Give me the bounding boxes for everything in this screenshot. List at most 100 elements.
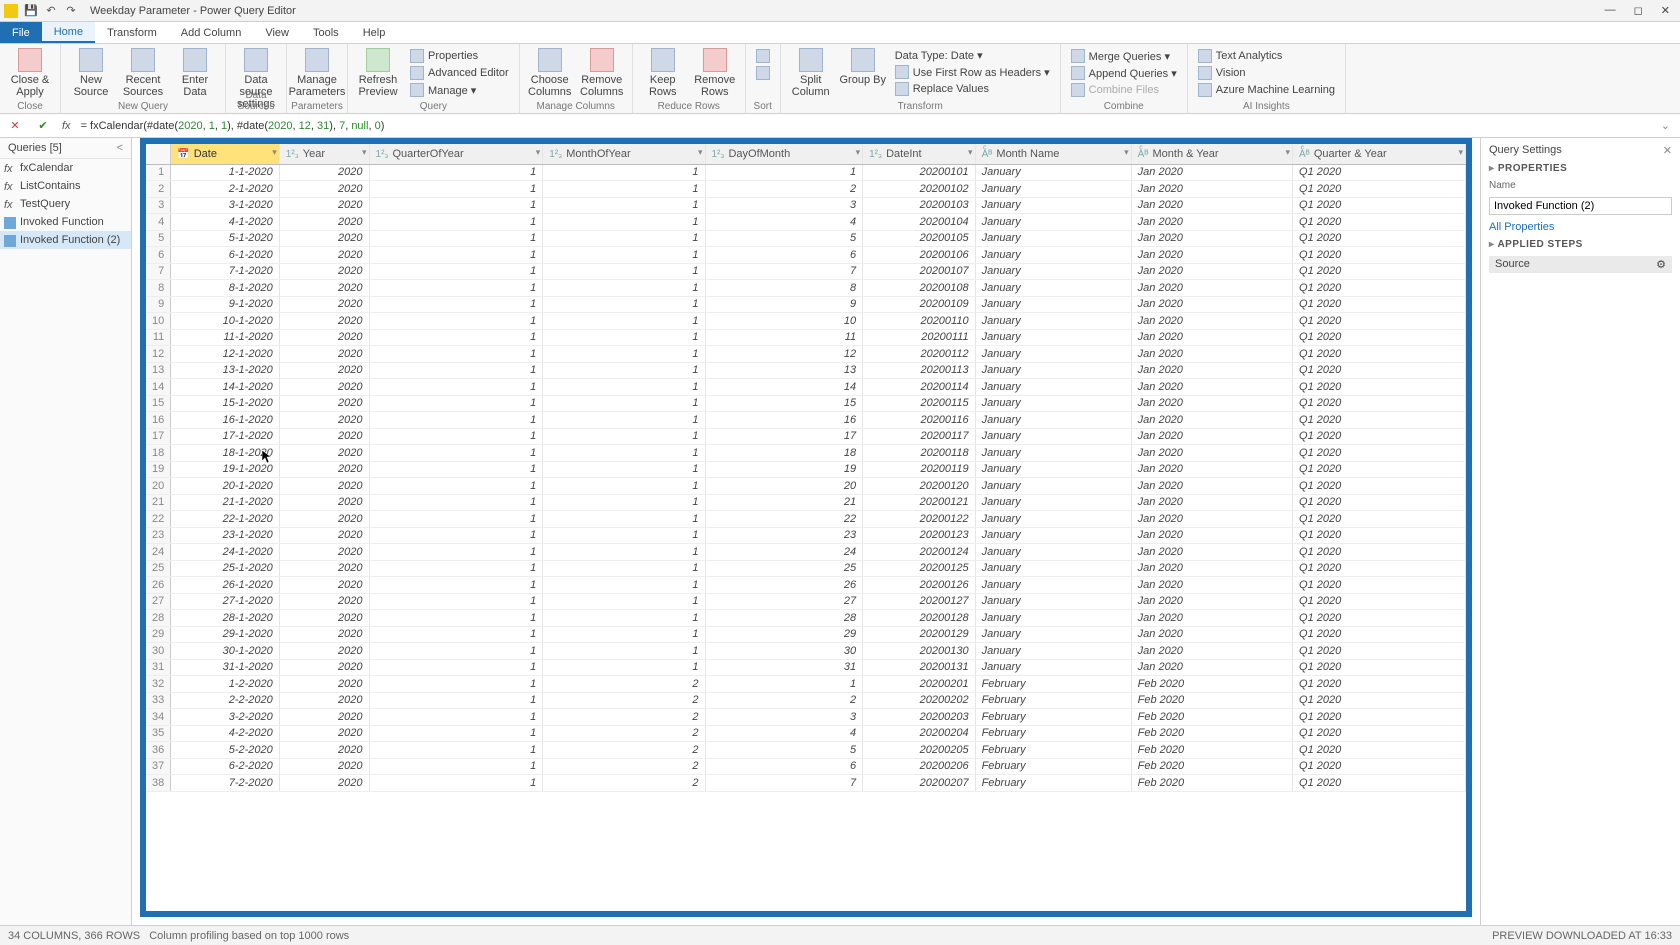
cell[interactable]: 20200207 xyxy=(863,775,975,792)
column-header[interactable]: 📅Date▾ xyxy=(171,144,280,164)
cell[interactable]: February xyxy=(975,692,1131,709)
filter-icon[interactable]: ▾ xyxy=(1285,147,1290,158)
text-analytics-button[interactable]: Text Analytics xyxy=(1194,48,1339,64)
cell[interactable]: 1-1-2020 xyxy=(171,164,280,181)
table-row[interactable]: 2222-1-20202020112220200122JanuaryJan 20… xyxy=(146,511,1466,528)
cell[interactable]: 2020 xyxy=(279,692,369,709)
cell[interactable]: 1 xyxy=(543,478,705,495)
cell[interactable]: Feb 2020 xyxy=(1131,709,1292,726)
cell[interactable]: 5-1-2020 xyxy=(171,230,280,247)
sort-desc-button[interactable] xyxy=(752,65,774,81)
cell[interactable]: 21-1-2020 xyxy=(171,494,280,511)
cell[interactable]: 2020 xyxy=(279,577,369,594)
cell[interactable]: Q1 2020 xyxy=(1293,362,1466,379)
cell[interactable]: Q1 2020 xyxy=(1293,214,1466,231)
cell[interactable]: 1 xyxy=(369,329,543,346)
row-number-cell[interactable]: 8 xyxy=(146,280,171,297)
table-row[interactable]: 321-2-2020202012120200201FebruaryFeb 202… xyxy=(146,676,1466,693)
cell[interactable]: 2020 xyxy=(279,412,369,429)
row-number-cell[interactable]: 31 xyxy=(146,659,171,676)
cell[interactable]: 4-1-2020 xyxy=(171,214,280,231)
cell[interactable]: 20200119 xyxy=(863,461,975,478)
cell[interactable]: January xyxy=(975,461,1131,478)
first-row-headers-button[interactable]: Use First Row as Headers ▾ xyxy=(891,64,1054,80)
cell[interactable]: January xyxy=(975,412,1131,429)
cell[interactable]: 2 xyxy=(543,676,705,693)
cell[interactable]: January xyxy=(975,214,1131,231)
cell[interactable]: 20200106 xyxy=(863,247,975,264)
vision-button[interactable]: Vision xyxy=(1194,65,1339,81)
cell[interactable]: 23 xyxy=(705,527,863,544)
cell[interactable]: February xyxy=(975,676,1131,693)
cell[interactable]: 1 xyxy=(369,527,543,544)
cell[interactable]: 2020 xyxy=(279,626,369,643)
cell[interactable]: 1 xyxy=(543,395,705,412)
table-row[interactable]: 2727-1-20202020112720200127JanuaryJan 20… xyxy=(146,593,1466,610)
cell[interactable]: 2020 xyxy=(279,164,369,181)
cell[interactable]: 1 xyxy=(543,445,705,462)
table-row[interactable]: 2020-1-20202020112020200120JanuaryJan 20… xyxy=(146,478,1466,495)
cell[interactable]: January xyxy=(975,395,1131,412)
cell[interactable]: 1 xyxy=(369,164,543,181)
row-number-cell[interactable]: 37 xyxy=(146,758,171,775)
cell[interactable]: 1 xyxy=(369,709,543,726)
cell[interactable]: 24 xyxy=(705,544,863,561)
cell[interactable]: 3-1-2020 xyxy=(171,197,280,214)
cell[interactable]: Q1 2020 xyxy=(1293,197,1466,214)
cell[interactable]: 20200113 xyxy=(863,362,975,379)
cell[interactable]: January xyxy=(975,626,1131,643)
fx-icon[interactable]: fx xyxy=(62,120,71,132)
cell[interactable]: 9-1-2020 xyxy=(171,296,280,313)
filter-icon[interactable]: ▾ xyxy=(1124,147,1129,158)
cell[interactable]: 2020 xyxy=(279,346,369,363)
cell[interactable]: 26-1-2020 xyxy=(171,577,280,594)
cell[interactable]: 19 xyxy=(705,461,863,478)
table-row[interactable]: 2323-1-20202020112320200123JanuaryJan 20… xyxy=(146,527,1466,544)
cell[interactable]: 27-1-2020 xyxy=(171,593,280,610)
cell[interactable]: February xyxy=(975,775,1131,792)
formula-expand-button[interactable]: ⌄ xyxy=(1661,119,1670,132)
cell[interactable]: 1 xyxy=(543,197,705,214)
cell[interactable]: 2 xyxy=(705,181,863,198)
row-number-cell[interactable]: 15 xyxy=(146,395,171,412)
cell[interactable]: January xyxy=(975,577,1131,594)
cell[interactable]: Jan 2020 xyxy=(1131,296,1292,313)
cell[interactable]: Q1 2020 xyxy=(1293,709,1466,726)
cell[interactable]: 1 xyxy=(543,346,705,363)
cell[interactable]: Q1 2020 xyxy=(1293,346,1466,363)
cell[interactable]: 28 xyxy=(705,610,863,627)
cell[interactable]: 1 xyxy=(369,214,543,231)
cell[interactable]: Q1 2020 xyxy=(1293,544,1466,561)
cell[interactable]: Q1 2020 xyxy=(1293,164,1466,181)
cell[interactable]: Q1 2020 xyxy=(1293,445,1466,462)
cell[interactable]: February xyxy=(975,725,1131,742)
cell[interactable]: Jan 2020 xyxy=(1131,379,1292,396)
cell[interactable]: 6 xyxy=(705,758,863,775)
cell[interactable]: 16 xyxy=(705,412,863,429)
cell[interactable]: 5-2-2020 xyxy=(171,742,280,759)
close-button[interactable]: ✕ xyxy=(1661,4,1670,17)
table-row[interactable]: 2121-1-20202020112120200121JanuaryJan 20… xyxy=(146,494,1466,511)
cell[interactable]: 1 xyxy=(543,461,705,478)
row-number-cell[interactable]: 6 xyxy=(146,247,171,264)
cell[interactable]: Q1 2020 xyxy=(1293,329,1466,346)
choose-columns-button[interactable]: Choose Columns xyxy=(526,46,574,98)
row-number-cell[interactable]: 28 xyxy=(146,610,171,627)
cell[interactable]: Q1 2020 xyxy=(1293,742,1466,759)
cell[interactable]: Q1 2020 xyxy=(1293,775,1466,792)
cell[interactable]: Jan 2020 xyxy=(1131,263,1292,280)
cell[interactable]: Jan 2020 xyxy=(1131,197,1292,214)
cell[interactable]: 21 xyxy=(705,494,863,511)
cell[interactable]: 5 xyxy=(705,742,863,759)
group-by-button[interactable]: Group By xyxy=(839,46,887,86)
table-row[interactable]: 2424-1-20202020112420200124JanuaryJan 20… xyxy=(146,544,1466,561)
filter-icon[interactable]: ▾ xyxy=(968,147,973,158)
table-row[interactable]: 2828-1-20202020112820200128JanuaryJan 20… xyxy=(146,610,1466,627)
save-icon[interactable]: 💾 xyxy=(24,4,38,18)
table-row[interactable]: 66-1-2020202011620200106JanuaryJan 2020Q… xyxy=(146,247,1466,264)
cell[interactable]: 2020 xyxy=(279,758,369,775)
cell[interactable]: Q1 2020 xyxy=(1293,758,1466,775)
cell[interactable]: 7 xyxy=(705,775,863,792)
cell[interactable]: 2020 xyxy=(279,511,369,528)
cell[interactable]: 1 xyxy=(543,296,705,313)
